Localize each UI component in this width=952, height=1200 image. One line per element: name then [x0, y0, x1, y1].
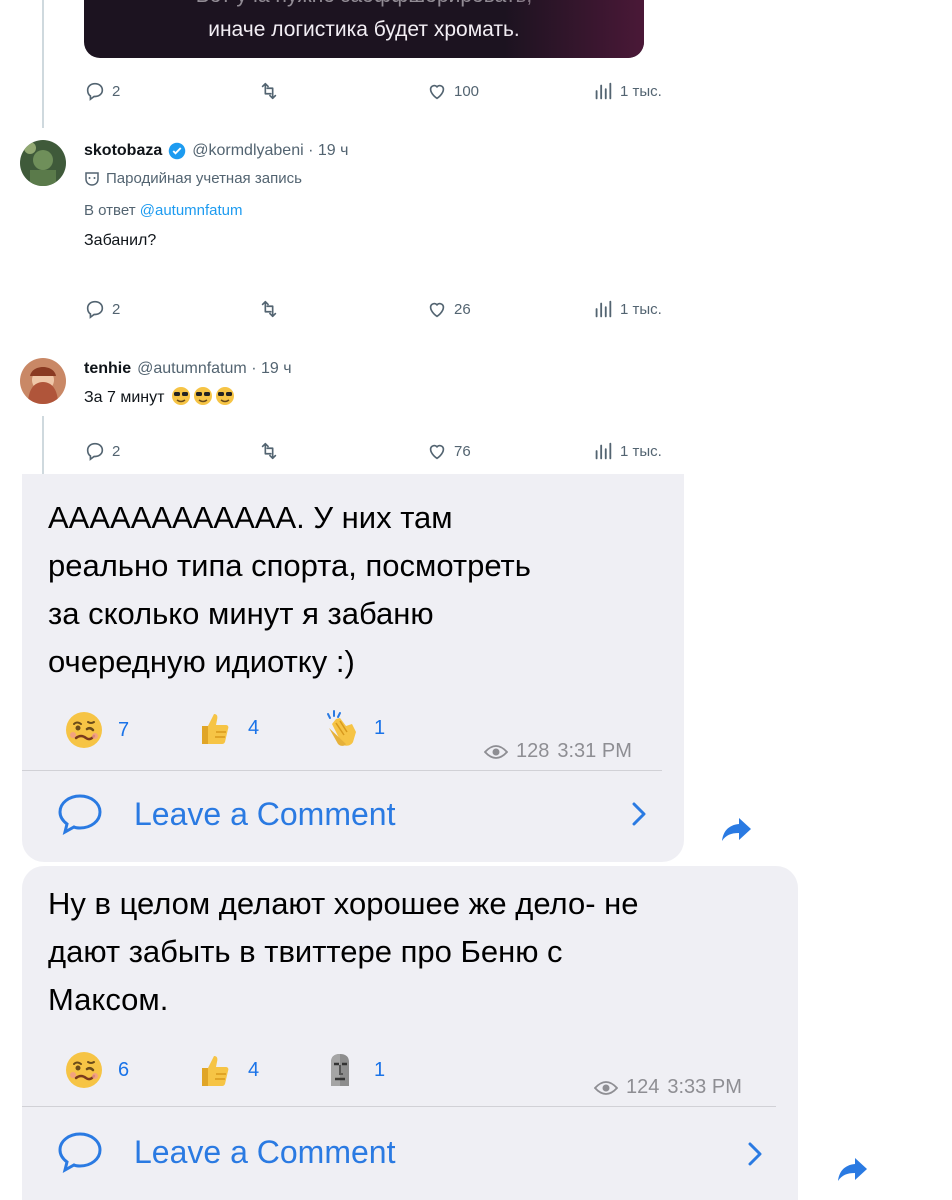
- tweet-author-handle[interactable]: @kormdlyabeni · 19 ч: [192, 140, 348, 162]
- comment-bubble-icon: [56, 790, 104, 838]
- tweet-actions-top: 2 100 1 тыс.: [84, 80, 684, 104]
- divider: [22, 770, 662, 771]
- reply-button[interactable]: 2: [84, 80, 120, 102]
- tweet-author-name[interactable]: skotobaza: [84, 140, 162, 162]
- heart-icon: [426, 80, 448, 102]
- views-icon: [592, 298, 614, 320]
- tweet-text: За 7 минут: [84, 389, 165, 406]
- divider: [22, 1106, 776, 1107]
- retweet-button[interactable]: [258, 80, 280, 102]
- retweet-icon: [258, 298, 280, 320]
- share-icon[interactable]: [720, 814, 754, 844]
- message-text: Ну в целом делают хорошее же дело- не да…: [48, 886, 639, 1017]
- retweet-button[interactable]: [258, 298, 280, 320]
- tweet-text-row: За 7 минут: [84, 386, 684, 409]
- reply-icon: [84, 80, 106, 102]
- message-meta: 128 3:31 PM: [484, 740, 632, 763]
- view-count: 128: [516, 740, 550, 762]
- views-icon: [592, 80, 614, 102]
- reaction-thumbs-up[interactable]: 4: [194, 708, 259, 748]
- reaction-thumbs-up[interactable]: 4: [194, 1050, 259, 1090]
- sunglasses-emoji-icon: [215, 387, 234, 405]
- sunglasses-emoji-icon: [193, 387, 212, 405]
- heart-icon: [426, 440, 448, 462]
- reply-icon: [84, 298, 106, 320]
- reaction-clap[interactable]: 1: [320, 708, 385, 748]
- image-gradient: [504, 0, 644, 58]
- comment-bubble-icon: [56, 1128, 104, 1176]
- parody-label: Пародийная учетная запись: [84, 168, 684, 190]
- reply-button[interactable]: 2: [84, 298, 120, 320]
- retweet-button[interactable]: [258, 440, 280, 462]
- sunglasses-emoji-icon: [171, 387, 190, 405]
- tweet-tenhie: tenhie @autumnfatum · 19 ч За 7 минут: [20, 358, 700, 438]
- chevron-right-icon[interactable]: [748, 1142, 762, 1166]
- tweet-text: Забанил?: [84, 232, 157, 249]
- leave-comment-button[interactable]: Leave a Comment: [56, 1128, 395, 1176]
- message-bubble[interactable]: Ну в целом делают хорошее же дело- не да…: [22, 866, 798, 1200]
- share-icon[interactable]: [836, 1154, 870, 1184]
- message-time: 3:31 PM: [557, 740, 632, 762]
- tweet-author-handle[interactable]: @autumnfatum · 19 ч: [137, 358, 291, 380]
- clapping-hands-icon: [320, 708, 360, 748]
- message-time: 3:33 PM: [667, 1076, 742, 1098]
- message-meta: 124 3:33 PM: [594, 1076, 742, 1099]
- reaction-woozy[interactable]: 7: [64, 710, 129, 750]
- leave-comment-button[interactable]: Leave a Comment: [56, 790, 395, 838]
- like-button[interactable]: 76: [426, 440, 471, 462]
- avatar[interactable]: [20, 358, 66, 404]
- reply-mention-link[interactable]: @autumnfatum: [140, 202, 243, 219]
- message-bubble[interactable]: АААААААААААА. У них там реально типа спо…: [22, 474, 684, 862]
- avatar[interactable]: [20, 140, 66, 186]
- eye-icon: [484, 744, 508, 760]
- tweet-author-name[interactable]: tenhie: [84, 358, 131, 380]
- reaction-moai[interactable]: 1: [320, 1050, 385, 1090]
- thread-line: [42, 416, 44, 474]
- message-text: АААААААААААА. У них там реально типа спо…: [48, 500, 531, 679]
- views-button[interactable]: 1 тыс.: [592, 440, 662, 462]
- reply-button[interactable]: 2: [84, 440, 120, 462]
- views-icon: [592, 440, 614, 462]
- thumbs-up-icon: [194, 1050, 234, 1090]
- heart-icon: [426, 298, 448, 320]
- verified-badge-icon: [169, 142, 186, 160]
- mask-icon: [85, 172, 99, 186]
- retweet-icon: [258, 80, 280, 102]
- views-button[interactable]: 1 тыс.: [592, 80, 662, 102]
- reply-icon: [84, 440, 106, 462]
- woozy-face-icon: [64, 710, 104, 750]
- like-button[interactable]: 26: [426, 298, 471, 320]
- woozy-face-icon: [64, 1050, 104, 1090]
- view-count: 124: [626, 1076, 660, 1098]
- tweet-actions-1: 2 26 1 тыс.: [84, 298, 684, 322]
- reply-to-line: В ответ @autumnfatum: [84, 202, 243, 219]
- moai-icon: [320, 1050, 360, 1090]
- reaction-woozy[interactable]: 6: [64, 1050, 129, 1090]
- eye-icon: [594, 1080, 618, 1096]
- chevron-right-icon[interactable]: [632, 802, 646, 826]
- thread-line: [42, 0, 44, 128]
- views-button[interactable]: 1 тыс.: [592, 298, 662, 320]
- tweet-attached-image[interactable]: Вот уча нужно заоффшорировать, иначе лог…: [84, 0, 644, 58]
- retweet-icon: [258, 440, 280, 462]
- thumbs-up-icon: [194, 708, 234, 748]
- like-button[interactable]: 100: [426, 80, 479, 102]
- tweet-actions-2: 2 76 1 тыс.: [84, 440, 684, 464]
